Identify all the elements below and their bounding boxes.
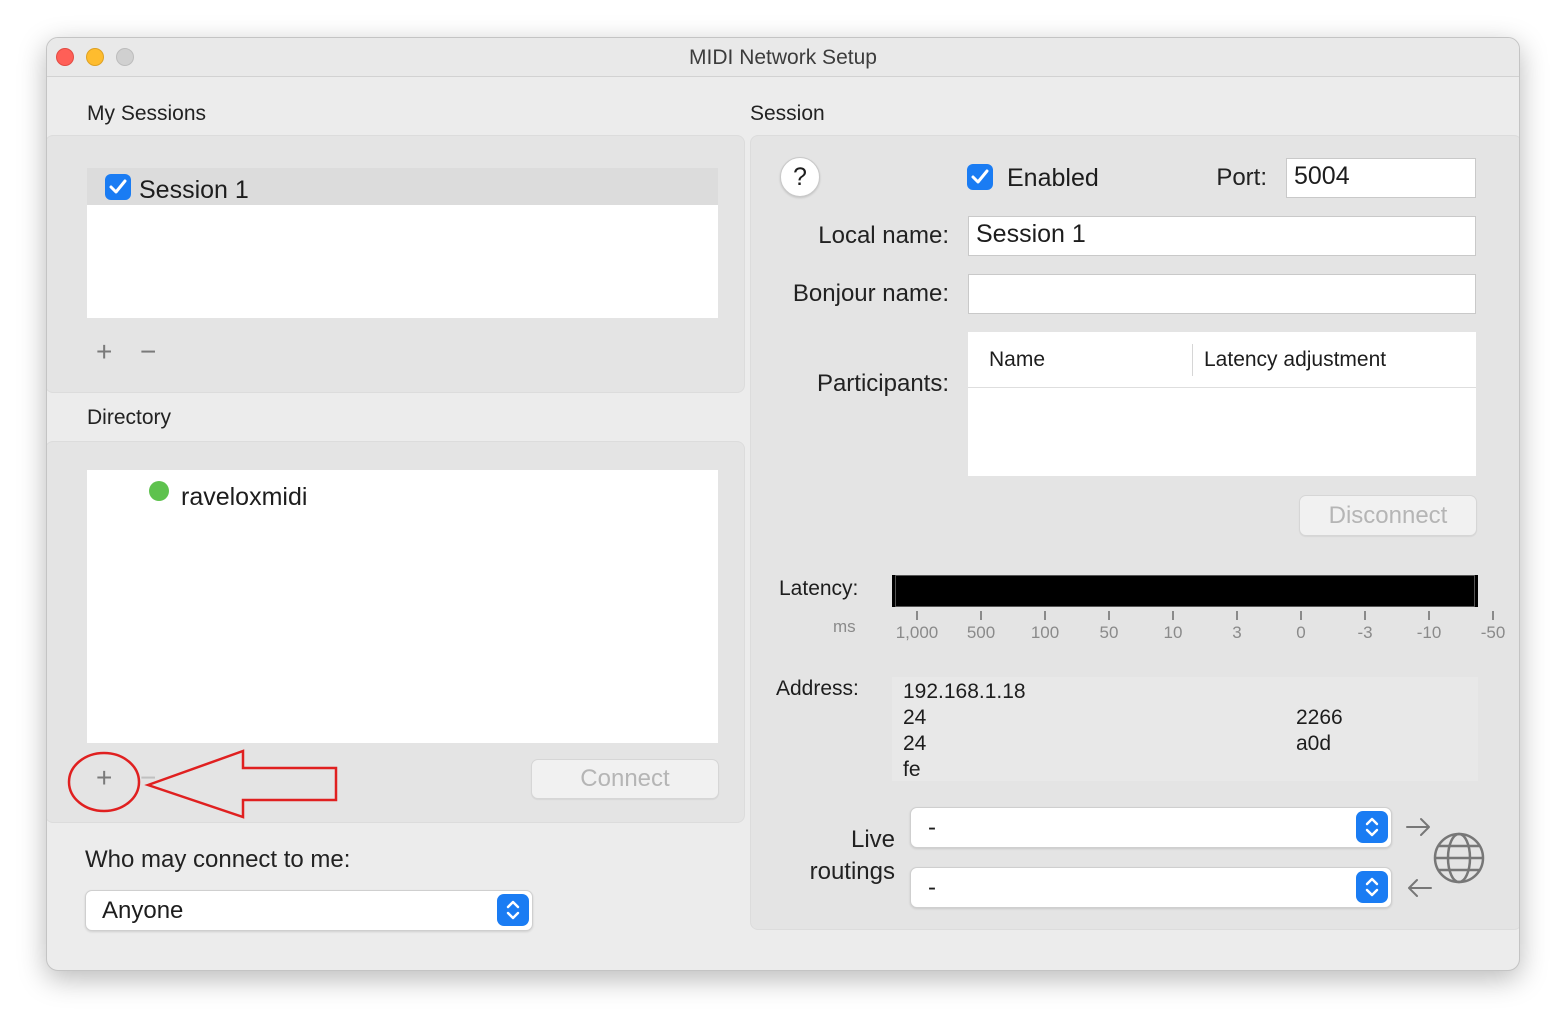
red-annotation-overlay bbox=[67, 749, 338, 819]
red-arrow-icon bbox=[144, 749, 338, 819]
red-circle-highlight bbox=[67, 751, 141, 813]
